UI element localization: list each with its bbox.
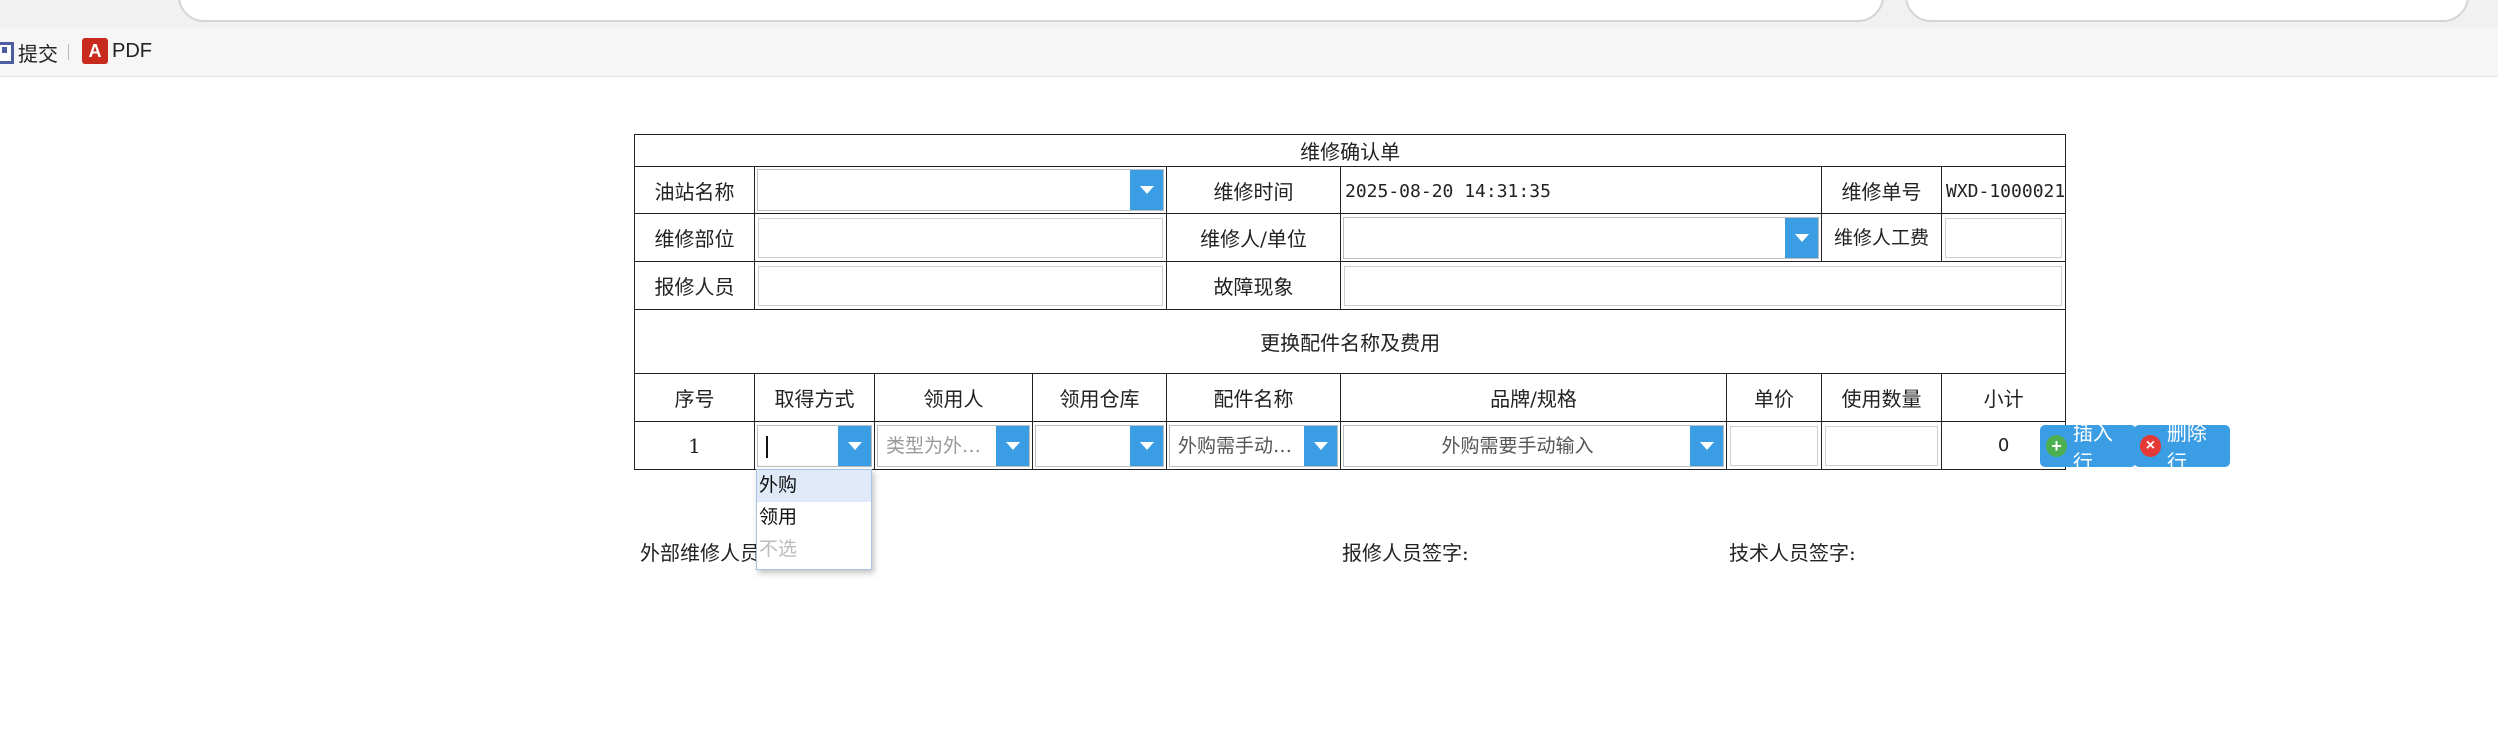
- header-acquire-method: 取得方式: [754, 373, 875, 422]
- tech-signature-label: 技术人员签字:: [1729, 541, 1856, 565]
- header-subtotal: 小计: [1940, 373, 2067, 422]
- chevron-down-icon[interactable]: [1304, 425, 1337, 466]
- toolbar-divider: [68, 44, 69, 60]
- quantity-cell: [1821, 421, 1942, 470]
- chevron-down-icon[interactable]: [1130, 170, 1163, 210]
- row-index: 1: [634, 421, 755, 470]
- receiver-cell: 类型为外…: [874, 421, 1033, 470]
- pdf-icon: A: [82, 38, 108, 64]
- pdf-button[interactable]: A PDF: [82, 38, 152, 64]
- repairer-select[interactable]: [1343, 216, 1819, 259]
- part-name-cell: 外购需手动…: [1166, 421, 1341, 470]
- header-quantity: 使用数量: [1821, 373, 1942, 422]
- header-unit-price: 单价: [1726, 373, 1822, 422]
- chevron-down-icon[interactable]: [1785, 217, 1818, 258]
- labor-fee-input[interactable]: [1945, 217, 2063, 258]
- repairer-cell: [1340, 213, 1822, 262]
- chevron-down-icon[interactable]: [1690, 425, 1723, 466]
- repairer-label: 维修人/单位: [1166, 213, 1341, 262]
- acquire-method-dropdown: 外购 领用 不选: [756, 469, 872, 570]
- plus-icon: +: [2046, 435, 2067, 457]
- reporter-input[interactable]: [758, 265, 1163, 306]
- repair-confirmation-form: 维修确认单 油站名称 维修时间 2025-08-20 14:31:35 维修单号…: [633, 134, 2067, 470]
- chevron-down-icon[interactable]: [1130, 425, 1163, 466]
- order-no-value: WXD-1000021: [1946, 181, 2066, 202]
- station-cell: [754, 166, 1167, 214]
- warehouse-cell: [1032, 421, 1167, 470]
- search-bar[interactable]: [1905, 0, 2469, 22]
- acquire-method-cell: [754, 421, 875, 470]
- text-cursor: [766, 435, 768, 458]
- reporter-label: 报修人员: [634, 261, 755, 310]
- submit-label: 提交: [18, 44, 58, 66]
- save-icon: [0, 41, 14, 64]
- labor-fee-cell: [1940, 213, 2067, 262]
- external-signature-label: 外部维修人员: [640, 541, 760, 565]
- header-receiver: 领用人: [874, 373, 1033, 422]
- option-none[interactable]: 不选: [757, 534, 871, 566]
- repair-time-cell: 2025-08-20 14:31:35: [1340, 166, 1822, 214]
- fault-cell: [1339, 261, 2067, 310]
- header-brand: 品牌/规格: [1340, 373, 1727, 422]
- unit-price-cell: [1726, 421, 1822, 470]
- quantity-input[interactable]: [1825, 425, 1938, 466]
- parts-section-title: 更换配件名称及费用: [633, 309, 2067, 374]
- toolbar: 提交 A PDF: [0, 28, 2498, 77]
- order-no-label: 维修单号: [1821, 166, 1942, 214]
- fault-input[interactable]: [1344, 265, 2063, 306]
- brand-placeholder: 外购需要手动输入: [1441, 434, 1594, 457]
- part-name-select[interactable]: 外购需手动…: [1169, 424, 1338, 467]
- insert-row-label: 插入行: [2072, 423, 2113, 474]
- header-index: 序号: [634, 373, 755, 422]
- order-no-cell: WXD-1000021: [1940, 166, 2067, 214]
- delete-row-button[interactable]: × 删除行: [2134, 423, 2230, 474]
- warehouse-select[interactable]: [1035, 424, 1164, 467]
- parts-header-row: 序号 取得方式 领用人 领用仓库 配件名称 品牌/规格 单价 使用数量 小计: [634, 373, 2067, 422]
- submit-button[interactable]: 提交: [0, 38, 58, 67]
- brand-select[interactable]: 外购需要手动输入: [1343, 424, 1724, 467]
- repair-time-value: 2025-08-20 14:31:35: [1345, 181, 1551, 202]
- repair-part-label: 维修部位: [634, 213, 755, 262]
- form-title: 维修确认单: [633, 134, 2067, 167]
- option-purchase[interactable]: 外购: [757, 470, 871, 502]
- chevron-down-icon[interactable]: [996, 425, 1029, 466]
- repair-part-cell: [754, 213, 1167, 262]
- pdf-label: PDF: [112, 39, 152, 62]
- header-warehouse: 领用仓库: [1032, 373, 1167, 422]
- reporter-signature-label: 报修人员签字:: [1342, 541, 1469, 565]
- address-bar[interactable]: [178, 0, 1884, 22]
- browser-top-strip: [0, 0, 2498, 28]
- brand-cell: 外购需要手动输入: [1340, 421, 1727, 470]
- chevron-down-icon[interactable]: [838, 425, 871, 466]
- repair-part-input[interactable]: [758, 217, 1163, 258]
- insert-row-button[interactable]: + 插入行: [2040, 423, 2136, 474]
- labor-fee-label: 维修人工费: [1821, 213, 1942, 262]
- repair-time-label: 维修时间: [1166, 166, 1341, 214]
- receiver-select[interactable]: 类型为外…: [877, 424, 1030, 467]
- station-select[interactable]: [757, 169, 1164, 211]
- delete-row-label: 删除行: [2166, 423, 2207, 474]
- table-row: 1 类型为外… 外购需手动… 外购需要手动输入 0: [634, 421, 2067, 470]
- reporter-cell: [754, 261, 1167, 310]
- station-label: 油站名称: [634, 166, 755, 214]
- option-receive[interactable]: 领用: [757, 502, 871, 534]
- fault-label: 故障现象: [1166, 261, 1341, 310]
- close-icon: ×: [2140, 435, 2161, 457]
- unit-price-input[interactable]: [1730, 425, 1818, 466]
- header-part-name: 配件名称: [1166, 373, 1341, 422]
- acquire-method-select[interactable]: [757, 424, 872, 467]
